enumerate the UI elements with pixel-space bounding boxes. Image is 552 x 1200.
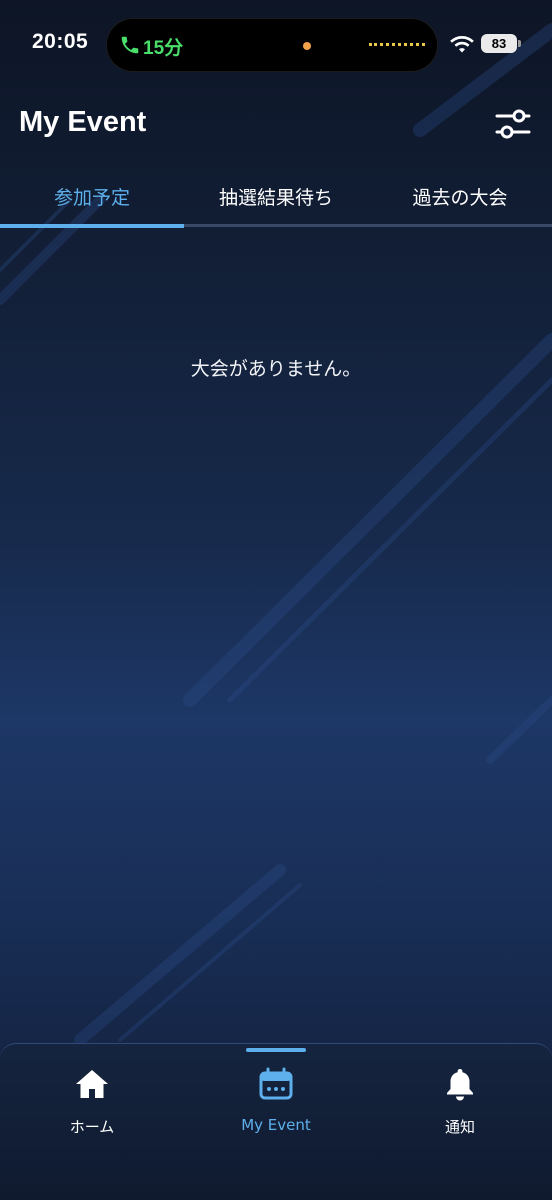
status-time: 20:05 — [32, 30, 89, 53]
status-bar: 20:05 15分 83 — [0, 0, 552, 90]
home-icon — [76, 1070, 108, 1098]
nav-home[interactable]: ホーム — [0, 1044, 184, 1164]
nav-my-event[interactable]: My Event — [184, 1044, 368, 1164]
phone-icon — [121, 36, 139, 54]
audio-waveform — [369, 43, 425, 47]
empty-state-message: 大会がありません。 — [190, 358, 362, 380]
tab-bar: 参加予定 抽選結果待ち 過去の大会 — [0, 176, 552, 228]
sliders-icon[interactable] — [494, 108, 532, 140]
nav-notifications-label: 通知 — [444, 1118, 475, 1136]
battery-icon: 83 — [481, 34, 517, 53]
nav-notifications[interactable]: 通知 — [368, 1044, 552, 1164]
bell-icon — [447, 1069, 473, 1101]
battery-nub — [518, 40, 521, 47]
calendar-icon — [259, 1067, 293, 1100]
nav-home-label: ホーム — [69, 1118, 115, 1136]
active-tab-indicator — [0, 224, 184, 228]
page-title: My Event — [19, 106, 147, 138]
nav-active-indicator — [246, 1048, 306, 1052]
call-duration: 15分 — [143, 38, 184, 59]
nav-my-event-label: My Event — [241, 1116, 311, 1134]
dynamic-island[interactable]: 15分 — [106, 18, 438, 72]
tab-past-events[interactable]: 過去の大会 — [368, 176, 552, 224]
wifi-icon — [450, 36, 474, 53]
tab-upcoming[interactable]: 参加予定 — [0, 176, 184, 224]
bottom-navigation: ホーム My Event 通知 — [0, 1043, 552, 1200]
mic-indicator-dot — [303, 42, 311, 50]
tab-lottery-pending[interactable]: 抽選結果待ち — [184, 176, 368, 224]
